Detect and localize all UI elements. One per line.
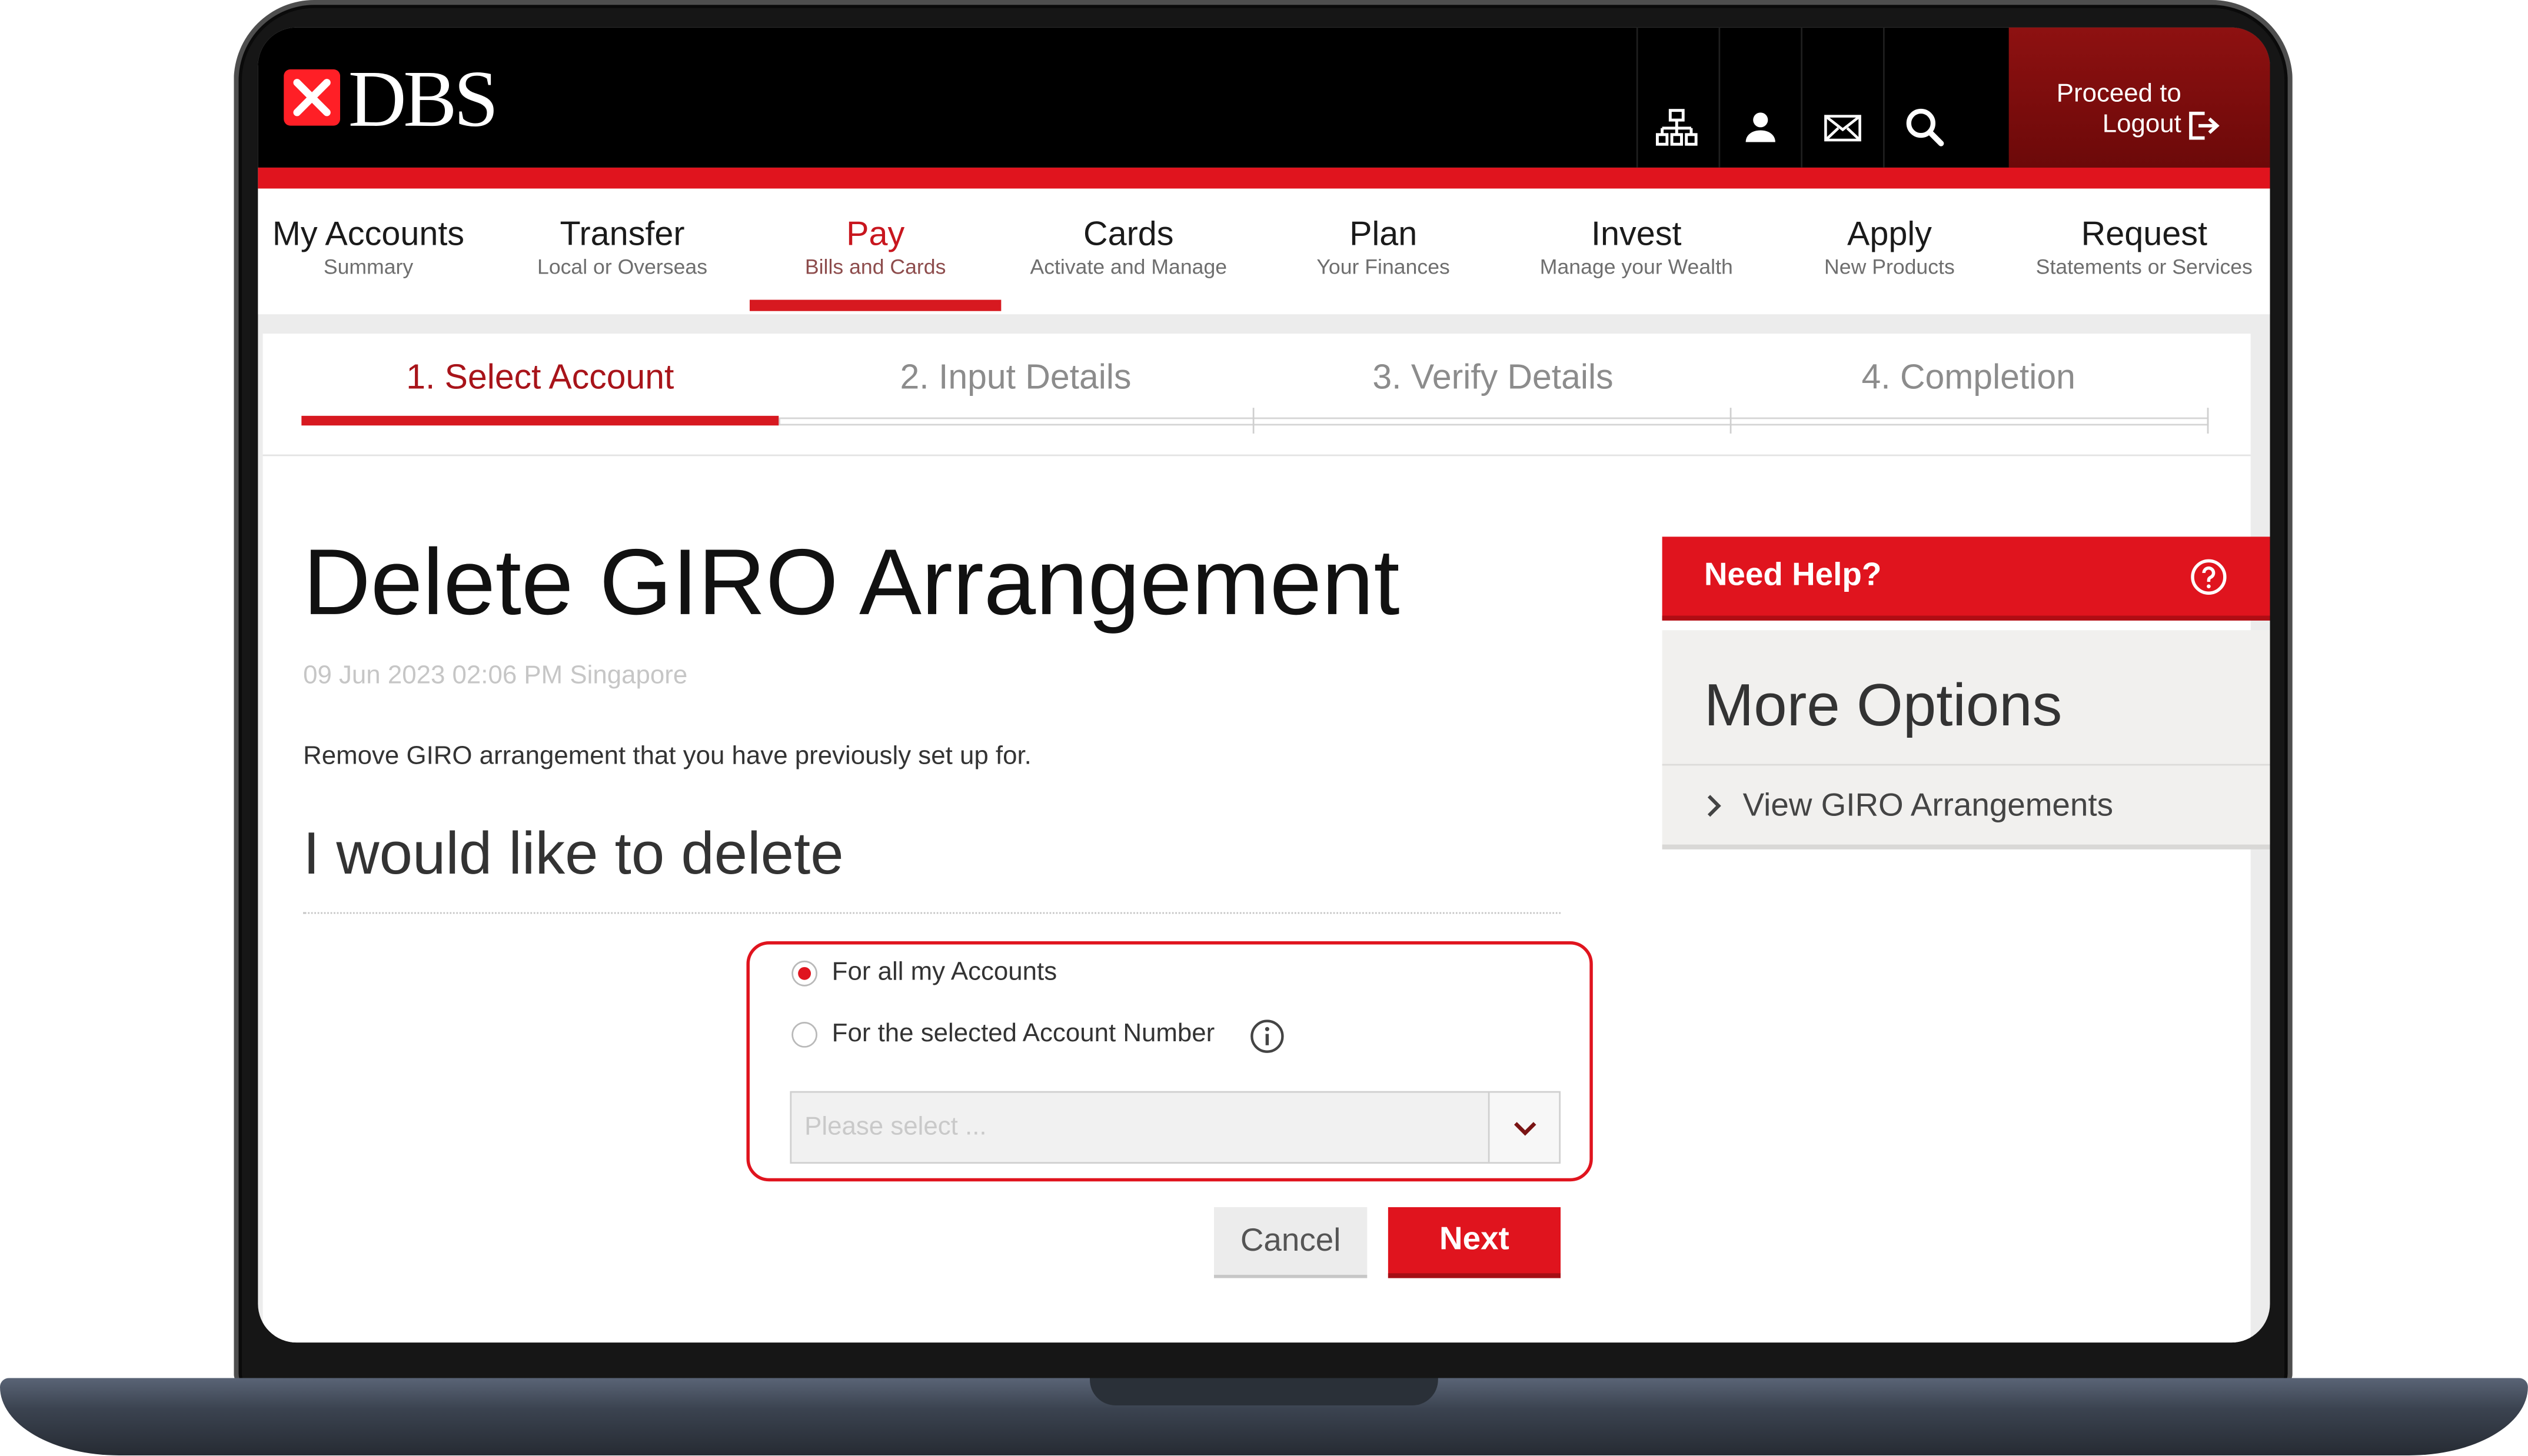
logout-button[interactable]: Proceed to Logout	[2008, 27, 2270, 168]
need-help-label: Need Help?	[1704, 557, 1882, 594]
chevron-right-icon	[1707, 795, 1721, 817]
dbs-logo[interactable]: DBS	[282, 56, 524, 140]
header-separator	[1801, 27, 1802, 168]
mail-icon	[1824, 114, 1861, 141]
nav-label: Apply	[1847, 216, 1932, 254]
user-icon	[1745, 112, 1775, 142]
nav-sublabel: Your Finances	[1316, 254, 1450, 279]
nav-label: Request	[2081, 216, 2207, 254]
nav-sublabel: Local or Overseas	[537, 254, 708, 279]
header-separator	[1882, 27, 1885, 168]
nav-item-my-accounts[interactable]: My Accounts Summary	[258, 189, 478, 315]
header-separator	[1718, 27, 1721, 168]
nav-label: Cards	[1083, 216, 1174, 254]
logout-icon	[2189, 111, 2220, 140]
nav-active-indicator	[749, 299, 1002, 311]
need-help-button[interactable]: Need Help?	[1662, 537, 2270, 621]
radio-button[interactable]	[791, 1021, 818, 1048]
progress-track	[779, 417, 2209, 426]
laptop-mockup: DBS Proceed to Logout My Accounts Summar…	[0, 0, 2528, 1455]
page-title: Delete GIRO Arrangement	[303, 530, 1400, 635]
logout-label-line2: Logout	[2102, 111, 2181, 139]
profile-button[interactable]	[1738, 105, 1783, 150]
next-button[interactable]: Next	[1388, 1207, 1561, 1278]
nav-item-transfer[interactable]: Transfer Local or Overseas	[497, 189, 748, 315]
step-input-details: 2. Input Details	[900, 358, 1132, 397]
more-options-panel: More Options View GIRO Arrangements	[1662, 630, 2270, 849]
chevron-down-icon	[1513, 1121, 1536, 1135]
nav-sublabel: Activate and Manage	[1030, 254, 1228, 279]
radio-label: For the selected Account Number	[831, 1020, 1215, 1048]
info-icon[interactable]	[1249, 1018, 1285, 1054]
search-icon	[1906, 108, 1944, 146]
select-placeholder: Please select ...	[804, 1114, 987, 1141]
header-separator	[1636, 27, 1638, 168]
progress-tick	[1252, 408, 1255, 434]
steps-divider	[262, 454, 2251, 457]
progress-fill	[301, 415, 779, 426]
sitemap-icon	[1655, 109, 1698, 146]
nav-item-invest[interactable]: Invest Manage your Wealth	[1511, 189, 1762, 315]
cancel-button[interactable]: Cancel	[1213, 1207, 1368, 1278]
nav-item-request[interactable]: Request Statements or Services	[2018, 189, 2270, 315]
brand-red-bar	[258, 167, 2270, 189]
browser-screen: DBS Proceed to Logout My Accounts Summar…	[258, 27, 2270, 1343]
top-header: DBS Proceed to Logout	[258, 27, 2270, 168]
nav-item-plan[interactable]: Plan Your Finances	[1258, 189, 1509, 315]
progress-tick	[2207, 408, 2209, 434]
logo-text: DBS	[348, 53, 499, 144]
nav-item-apply[interactable]: Apply New Products	[1764, 189, 2015, 315]
step-verify-details: 3. Verify Details	[1372, 358, 1614, 397]
nav-label: Transfer	[560, 216, 685, 254]
section-divider	[303, 912, 1561, 914]
nav-sublabel: New Products	[1824, 254, 1955, 279]
question-circle-icon	[2191, 559, 2227, 595]
select-dropdown-button[interactable]	[1488, 1092, 1559, 1162]
laptop-notch	[1090, 1378, 1438, 1406]
dbs-star-icon	[284, 69, 341, 126]
view-giro-arrangements-link[interactable]: View GIRO Arrangements	[1694, 782, 2210, 830]
messages-button[interactable]	[1820, 105, 1865, 150]
nav-sublabel: Statements or Services	[2035, 254, 2253, 279]
main-nav: My Accounts Summary Transfer Local or Ov…	[258, 188, 2270, 315]
radio-button[interactable]	[791, 960, 818, 987]
more-options-divider	[1662, 764, 2270, 766]
progress-tick	[1729, 408, 1732, 434]
sitemap-button[interactable]	[1654, 105, 1699, 150]
section-heading: I would like to delete	[303, 820, 844, 887]
logout-label-line1: Proceed to	[2056, 80, 2181, 108]
more-options-title: More Options	[1704, 672, 2063, 738]
page-timestamp: 09 Jun 2023 02:06 PM Singapore	[303, 662, 688, 690]
step-completion: 4. Completion	[1861, 358, 2075, 397]
radio-option-all-accounts[interactable]: For all my Accounts	[787, 954, 1303, 993]
nav-label: Plan	[1349, 216, 1418, 254]
account-number-select[interactable]: Please select ...	[790, 1091, 1561, 1164]
search-button[interactable]	[1902, 105, 1948, 150]
nav-sublabel: Manage your Wealth	[1539, 254, 1733, 279]
radio-label: For all my Accounts	[831, 959, 1057, 987]
nav-item-cards[interactable]: Cards Activate and Manage	[1003, 189, 1254, 315]
link-label: View GIRO Arrangements	[1742, 788, 2114, 824]
nav-sublabel: Summary	[323, 254, 414, 279]
nav-label: My Accounts	[272, 216, 465, 254]
nav-label: Pay	[846, 216, 905, 254]
nav-sublabel: Bills and Cards	[804, 254, 946, 279]
nav-label: Invest	[1591, 216, 1682, 254]
nav-item-pay[interactable]: Pay Bills and Cards	[749, 189, 1002, 315]
radio-option-selected-account[interactable]: For the selected Account Number	[787, 1015, 1303, 1054]
step-select-account: 1. Select Account	[406, 358, 674, 397]
page-description: Remove GIRO arrangement that you have pr…	[303, 743, 1032, 771]
